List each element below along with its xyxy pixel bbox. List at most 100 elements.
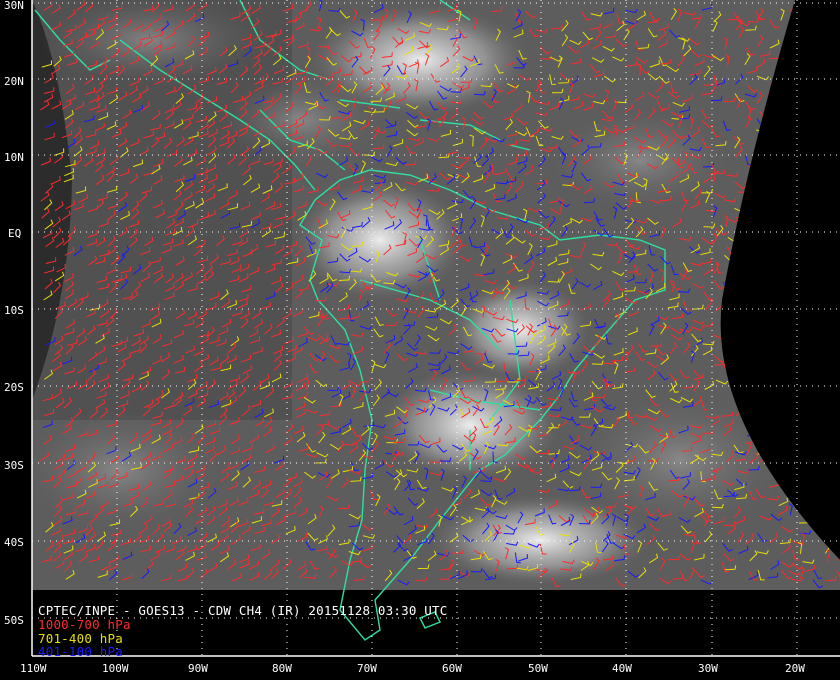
wind-barb (770, 370, 781, 380)
wind-barb (744, 412, 756, 418)
wind-barb (733, 292, 744, 301)
wind-barb (760, 246, 771, 256)
wind-barb (744, 187, 751, 200)
wind-barb (835, 183, 840, 193)
wind-barb (779, 318, 790, 328)
wind-barb (815, 398, 828, 405)
wind-barb (801, 198, 807, 211)
wind-barb (780, 287, 789, 300)
wind-barb (745, 349, 750, 362)
wind-barb (754, 335, 766, 344)
wind-barb (765, 351, 772, 364)
wind-barb (832, 191, 840, 203)
wind-barb (804, 211, 815, 219)
wind-barb (799, 188, 812, 193)
wind-barb (824, 262, 834, 273)
wind-barb (800, 299, 813, 306)
wind-barb (823, 192, 831, 204)
wind-barb (836, 503, 840, 509)
wind-barb (734, 315, 747, 321)
lat-label: 10S (4, 304, 24, 317)
wind-barb (781, 372, 794, 377)
wind-barb (756, 184, 767, 192)
wind-barb (826, 278, 838, 285)
wind-barb (815, 306, 828, 312)
wind-barb (834, 382, 840, 390)
wind-barb (744, 351, 757, 356)
lat-label: 20S (4, 381, 24, 394)
wind-barb (791, 480, 803, 490)
wind-barb (798, 263, 809, 273)
wind-barb (748, 238, 761, 245)
wind-barb (755, 264, 768, 272)
wind-barb (810, 480, 820, 490)
wind-barb (792, 319, 803, 329)
wind-barb (822, 481, 833, 491)
wind-barb (831, 263, 840, 275)
wind-barb (801, 146, 811, 156)
wind-barb (803, 442, 816, 450)
wind-barb (781, 254, 791, 265)
wind-barb (815, 287, 827, 293)
wind-barb (769, 375, 781, 380)
cloud-mass (550, 110, 730, 210)
wind-barb (834, 109, 840, 118)
wind-barb (803, 302, 814, 310)
wind-barb (822, 461, 831, 473)
lat-label: 40S (4, 536, 24, 549)
wind-barb (815, 227, 825, 238)
lon-label: 40W (612, 662, 632, 675)
wind-barb (758, 183, 771, 190)
wind-barb (835, 26, 840, 40)
wind-barb (799, 420, 811, 427)
wind-barb (812, 0, 819, 13)
wind-barb (789, 91, 795, 105)
wind-barb (781, 463, 794, 471)
wind-barb (790, 227, 802, 237)
wind-barb (778, 197, 790, 204)
wind-barb (809, 130, 820, 140)
wind-barb (802, 281, 812, 291)
wind-barb (800, 355, 811, 364)
wind-barb (793, 353, 803, 364)
wind-barb (815, 69, 828, 75)
wind-barb (811, 64, 822, 75)
lon-label: 100W (102, 662, 129, 675)
wind-barb (781, 387, 788, 400)
image-caption-title: CPTEC/INPE - GOES13 - CDW CH4 (IR) 20151… (38, 603, 448, 618)
latitude-labels: 30N 20N 10N EQ 10S 20S 30S 40S 50S (4, 0, 24, 627)
wind-barb (824, 116, 833, 128)
wind-barb (822, 524, 834, 534)
wind-barb (760, 354, 773, 361)
wind-barb (781, 154, 794, 160)
wind-barb (802, 31, 813, 41)
wind-barb (771, 252, 778, 265)
wind-barb (801, 235, 811, 246)
wind-barb (744, 181, 757, 188)
wind-barb (810, 515, 821, 525)
lat-label: 10N (4, 151, 24, 164)
wind-barb (789, 65, 800, 75)
wind-barb (747, 197, 754, 210)
wind-barb (800, 384, 812, 390)
wind-barb (814, 515, 827, 520)
wind-barb (736, 261, 747, 272)
wind-barb (826, 457, 839, 462)
wind-barb (788, 261, 801, 266)
wind-barb (781, 91, 793, 99)
wind-barb (831, 244, 839, 257)
wind-barb (789, 179, 797, 192)
wind-barb (781, 238, 792, 248)
wind-barb (748, 346, 762, 351)
wind-barb (826, 58, 837, 65)
wind-barb (824, 85, 837, 90)
wind-barb (768, 247, 781, 253)
wind-barb (800, 182, 811, 192)
wind-barb (832, 412, 839, 425)
wind-barb (791, 103, 801, 113)
wind-barb (815, 439, 822, 452)
wind-barb (777, 337, 791, 342)
wind-barb (834, 408, 840, 414)
wind-barb (782, 214, 794, 221)
wind-barb (758, 216, 771, 221)
